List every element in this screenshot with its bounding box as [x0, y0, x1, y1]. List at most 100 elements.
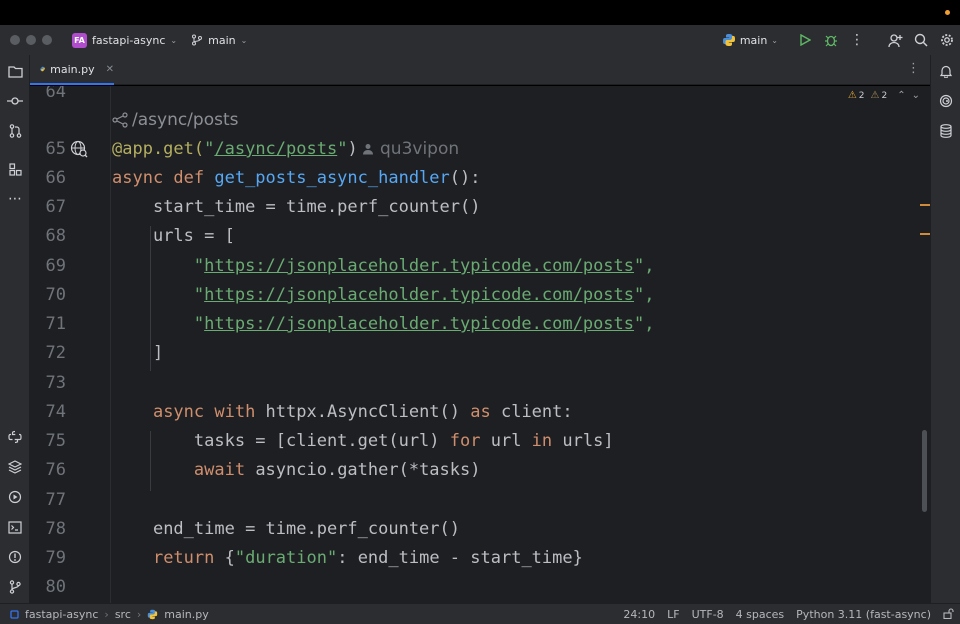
git-branch-icon — [9, 580, 21, 594]
chevron-down-icon[interactable]: ⌄ — [912, 90, 920, 101]
window-controls — [10, 35, 52, 45]
commit-tool-button[interactable] — [5, 91, 25, 111]
more-tool-windows-button[interactable]: ⋯ — [5, 189, 25, 209]
breadcrumb-project[interactable]: fastapi-async — [25, 608, 98, 621]
debug-button[interactable] — [818, 25, 844, 55]
python-file-icon — [40, 66, 45, 72]
line-separator[interactable]: LF — [661, 608, 685, 621]
code-editor[interactable]: 64 65 66 67 68 69 70 71 72 73 74 75 76 7… — [30, 86, 930, 603]
run-icon — [800, 34, 811, 46]
chevron-right-icon: › — [136, 607, 142, 621]
run-config-selector[interactable]: main ⌄ — [722, 33, 778, 47]
notifications-tool-button[interactable] — [936, 61, 956, 81]
status-bar: fastapi-async › src › main.py 24:10 LF U… — [0, 603, 960, 624]
code-line-78: end_time = time.perf_counter() — [152, 519, 460, 539]
warning-count[interactable]: ⚠ 2 — [848, 90, 865, 101]
line-number: 76 — [45, 460, 66, 480]
gear-icon — [941, 34, 953, 46]
line-number: 69 — [45, 256, 66, 276]
chevron-down-icon: ⌄ — [771, 35, 778, 45]
maximize-window-button[interactable] — [42, 35, 52, 45]
services-tool-button[interactable] — [5, 487, 25, 507]
pull-requests-tool-button[interactable] — [5, 121, 25, 141]
left-toolbar: ⋯ — [0, 55, 30, 603]
tab-main-py[interactable]: main.py ✕ — [30, 55, 114, 85]
module-icon — [10, 609, 19, 619]
bell-icon — [939, 65, 953, 78]
close-icon[interactable]: ✕ — [106, 64, 114, 75]
close-window-button[interactable] — [10, 35, 20, 45]
vertical-ellipsis-icon: ⋮ — [907, 61, 920, 76]
database-icon — [940, 124, 952, 138]
run-button[interactable] — [792, 25, 818, 55]
breadcrumb-folder[interactable]: src — [115, 608, 131, 621]
commit-icon — [7, 97, 23, 105]
line-number: 67 — [45, 197, 66, 217]
caret-position[interactable]: 24:10 — [617, 608, 661, 621]
line-number: 70 — [45, 285, 66, 305]
endpoint-route-hint[interactable]: /async/posts — [112, 110, 238, 130]
code-line-75: tasks = [client.get(url) for url in urls… — [193, 431, 614, 451]
chevron-up-icon[interactable]: ⌃ — [897, 90, 905, 101]
python-interpreter[interactable]: Python 3.11 (fast-async) — [790, 608, 937, 621]
more-actions-button[interactable]: ⋮ — [844, 25, 870, 55]
ai-assistant-tool-button[interactable] — [936, 91, 956, 111]
terminal-tool-button[interactable] — [5, 517, 25, 537]
vertical-scrollbar-thumb[interactable] — [922, 430, 927, 512]
code-line-65: @app.get("/async/posts") — [112, 139, 358, 159]
layers-tool-button[interactable] — [5, 457, 25, 477]
layers-icon — [8, 460, 22, 474]
terminal-icon — [8, 520, 22, 534]
search-button[interactable] — [908, 25, 934, 55]
code-with-me-button[interactable] — [882, 25, 908, 55]
line-number: 74 — [45, 402, 66, 422]
vcs-branch-selector[interactable]: main ⌄ — [191, 34, 247, 47]
code-line-69: "https://jsonplaceholder.typicode.com/po… — [193, 256, 655, 276]
indent-setting[interactable]: 4 spaces — [730, 608, 791, 621]
right-toolbar — [930, 55, 960, 603]
project-selector[interactable]: FA fastapi-async ⌄ — [72, 32, 177, 48]
title-actions: main ⌄ ⋮ — [722, 25, 960, 55]
share-nodes-icon — [112, 112, 128, 128]
settings-button[interactable] — [934, 25, 960, 55]
search-icon — [914, 33, 928, 47]
chevron-right-icon: › — [104, 607, 109, 621]
minimize-window-button[interactable] — [26, 35, 36, 45]
ai-assistant-icon — [939, 94, 953, 108]
inspection-widget[interactable]: ⚠ 2 ⚠ 2 ⌃ ⌄ — [848, 90, 920, 101]
warning-stripe-marker[interactable] — [920, 233, 930, 235]
bug-icon — [825, 35, 837, 47]
title-bar: FA fastapi-async ⌄ main ⌄ main ⌄ ⋮ — [0, 25, 960, 55]
project-badge: FA — [72, 32, 87, 48]
project-tool-button[interactable] — [5, 61, 25, 81]
chevron-down-icon: ⌄ — [240, 35, 248, 45]
code-author-hint[interactable]: qu3vipon — [362, 139, 459, 159]
code-line-70: "https://jsonplaceholder.typicode.com/po… — [193, 285, 655, 305]
user-icon — [363, 144, 373, 155]
status-dot — [945, 10, 950, 15]
folder-icon — [7, 65, 23, 78]
navigation-breadcrumb: fastapi-async › src › main.py — [10, 608, 209, 621]
problems-tool-button[interactable] — [5, 547, 25, 567]
line-number: 79 — [45, 548, 66, 568]
line-number: 65 — [45, 139, 66, 159]
endpoint-globe-icon[interactable] — [70, 140, 88, 158]
structure-tool-button[interactable] — [5, 159, 25, 179]
code-line-72: ] — [152, 343, 164, 363]
breadcrumb-file[interactable]: main.py — [164, 608, 208, 621]
weak-warning-count[interactable]: ⚠ 2 — [871, 90, 888, 101]
tab-options-button[interactable]: ⋮ — [907, 61, 920, 76]
os-top-strip — [0, 0, 960, 25]
status-widgets: 24:10 LF UTF-8 4 spaces Python 3.11 (fas… — [617, 604, 960, 624]
author-name: qu3vipon — [380, 139, 460, 159]
python-packages-tool-button[interactable] — [5, 427, 25, 447]
line-number: 73 — [45, 373, 66, 393]
database-tool-button[interactable] — [936, 121, 956, 141]
unlock-icon — [943, 607, 954, 619]
warning-icon: ⚠ — [847, 90, 857, 101]
read-only-toggle[interactable] — [937, 607, 960, 622]
file-encoding[interactable]: UTF-8 — [686, 608, 730, 621]
warning-stripe-marker[interactable] — [920, 204, 930, 206]
horizontal-ellipsis-icon: ⋯ — [8, 191, 22, 207]
git-tool-button[interactable] — [5, 577, 25, 597]
